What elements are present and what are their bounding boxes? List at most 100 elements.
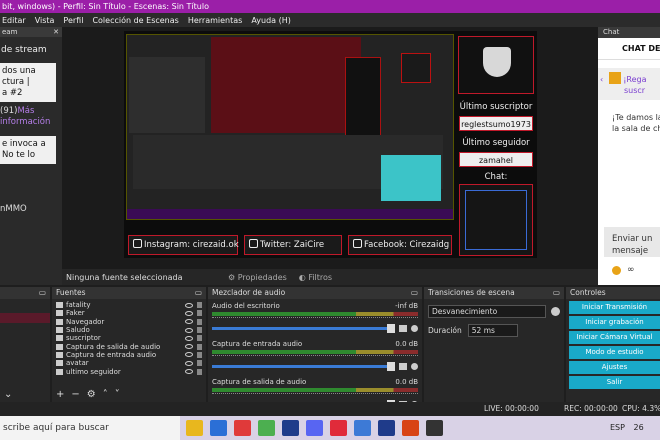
lock-icon[interactable] xyxy=(197,343,202,350)
menu-help[interactable]: Ayuda (H) xyxy=(251,16,291,25)
volume-meter xyxy=(212,388,418,392)
last-follower-label: Último seguidor xyxy=(462,138,530,148)
chevron-down-icon[interactable]: ⌄ xyxy=(4,389,12,400)
audio-mixer-dock: Mezclador de audio ▭ Audio del escritorio… xyxy=(208,287,422,402)
stream-title-box[interactable]: dos una ctura | a #2 xyxy=(0,63,56,102)
lock-icon[interactable] xyxy=(197,310,202,317)
lock-icon[interactable] xyxy=(197,368,202,375)
stream-notification-box[interactable]: e invoca a No te lo xyxy=(0,136,56,164)
properties-button[interactable]: ⚙ Propiedades xyxy=(222,273,293,282)
photos-icon[interactable] xyxy=(354,420,371,436)
menu-scene-collection[interactable]: Colección de Escenas xyxy=(92,16,178,25)
menu-profile[interactable]: Perfil xyxy=(63,16,83,25)
source-item[interactable]: Faker xyxy=(52,309,206,317)
last-follower-value: zamahel xyxy=(459,152,533,167)
gear-icon[interactable] xyxy=(411,362,418,370)
dock-float-icon[interactable]: ▭ xyxy=(195,287,202,299)
menu-tools[interactable]: Herramientas xyxy=(188,16,243,25)
start-recording-button[interactable]: Iniciar grabación xyxy=(569,316,660,329)
gear-icon[interactable] xyxy=(551,307,560,316)
lock-icon[interactable] xyxy=(197,360,202,367)
source-item[interactable]: Captura de entrada audio xyxy=(52,351,206,359)
source-item[interactable]: avatar xyxy=(52,359,206,367)
gear-icon[interactable] xyxy=(411,324,418,332)
dock-float-icon[interactable]: ▭ xyxy=(39,287,46,299)
visibility-eye-icon[interactable] xyxy=(185,344,193,350)
source-item[interactable]: Navegador xyxy=(52,318,206,326)
volume-slider[interactable] xyxy=(212,323,395,333)
chrome-icon[interactable] xyxy=(258,420,275,436)
duration-input[interactable]: 52 ms xyxy=(467,324,518,337)
lock-icon[interactable] xyxy=(197,351,202,358)
start-streaming-button[interactable]: Iniciar Transmisión xyxy=(569,301,660,314)
source-item[interactable]: fatality xyxy=(52,301,206,309)
lock-icon[interactable] xyxy=(197,318,202,325)
more-info-link-2[interactable]: información xyxy=(0,117,62,128)
source-item[interactable]: suscriptor xyxy=(52,334,206,342)
channel-name: Audio del escritorio xyxy=(212,302,280,310)
menu-edit[interactable]: Editar xyxy=(2,16,26,25)
scene-preview[interactable]: Instagram: cirezaid.ok Twitter: ZaiCire … xyxy=(124,31,537,258)
source-type-icon xyxy=(56,310,63,317)
lock-icon[interactable] xyxy=(197,327,202,334)
visibility-eye-icon[interactable] xyxy=(185,360,193,366)
source-item[interactable]: Saludo xyxy=(52,326,206,334)
visibility-eye-icon[interactable] xyxy=(185,327,193,333)
gift-sub-banner[interactable]: ‹ ¡Rega suscr xyxy=(598,68,660,100)
overlay-sidebar: Último suscriptor reglestsumo1973 Último… xyxy=(456,34,536,256)
add-icon[interactable]: + xyxy=(56,389,64,400)
arrow-down-icon[interactable]: ˅ xyxy=(115,389,120,400)
obs-window: bit, windows) - Perfil: Sin Título - Esc… xyxy=(0,0,660,440)
chevron-left-icon[interactable]: ‹ xyxy=(600,75,603,84)
remove-icon[interactable]: − xyxy=(71,389,79,400)
photoshop-icon[interactable] xyxy=(282,420,299,436)
exit-button[interactable]: Salir xyxy=(569,376,660,389)
shield-icon xyxy=(483,47,511,77)
stream-notice: (91)Más xyxy=(0,106,35,116)
arrow-up-icon[interactable]: ˄ xyxy=(103,389,108,400)
mail-icon[interactable] xyxy=(210,420,227,436)
dock-float-icon[interactable]: ▭ xyxy=(553,287,560,299)
menu-view[interactable]: Vista xyxy=(35,16,55,25)
visibility-eye-icon[interactable] xyxy=(185,369,193,375)
chat-message-input[interactable]: Enviar un mensaje xyxy=(604,227,660,257)
visibility-eye-icon[interactable] xyxy=(185,352,193,358)
language-indicator[interactable]: ESP xyxy=(610,423,625,432)
more-info-link[interactable]: Más xyxy=(17,106,34,116)
visibility-eye-icon[interactable] xyxy=(185,319,193,325)
studio-mode-button[interactable]: Modo de estudio xyxy=(569,346,660,359)
filters-button[interactable]: ◐ Filtros xyxy=(293,273,338,282)
settings-button[interactable]: Ajustes xyxy=(569,361,660,374)
lock-icon[interactable] xyxy=(197,335,202,342)
close-icon[interactable]: ✕ xyxy=(53,27,59,37)
slider-handle[interactable] xyxy=(387,323,395,333)
file-explorer-icon[interactable] xyxy=(186,420,203,436)
source-item[interactable]: Captura de salida de audio xyxy=(52,342,206,351)
transition-select[interactable]: Desvanecimiento xyxy=(428,305,546,318)
volume-slider[interactable] xyxy=(212,361,395,371)
gear-icon[interactable]: ⚙ xyxy=(87,389,96,400)
scene-item-selected[interactable] xyxy=(0,313,50,323)
speaker-icon[interactable] xyxy=(399,324,407,332)
discord-icon[interactable] xyxy=(306,420,323,436)
mixer-channel: Captura de entrada audio 0.0 dB xyxy=(208,340,422,371)
channel-points-icon[interactable] xyxy=(612,265,621,275)
twitter-icon xyxy=(249,239,258,248)
office-icon[interactable] xyxy=(402,420,419,436)
speaker-icon[interactable] xyxy=(399,362,407,370)
lightning-app-icon[interactable] xyxy=(330,420,347,436)
start-virtual-camera-button[interactable]: Iniciar Cámara Virtual xyxy=(569,331,660,344)
facebook-overlay: Facebook: Cirezaidg xyxy=(348,235,452,255)
photoshop-icon-2[interactable] xyxy=(378,420,395,436)
visibility-eye-icon[interactable] xyxy=(185,302,193,308)
slider-handle[interactable] xyxy=(387,361,395,371)
obs-icon[interactable] xyxy=(426,420,443,436)
lock-icon[interactable] xyxy=(197,302,202,309)
clock[interactable]: 26 xyxy=(634,423,644,432)
opera-icon[interactable] xyxy=(234,420,251,436)
visibility-eye-icon[interactable] xyxy=(185,335,193,341)
visibility-eye-icon[interactable] xyxy=(185,310,193,316)
dock-float-icon[interactable]: ▭ xyxy=(411,287,418,299)
taskbar-search-input[interactable]: scribe aquí para buscar xyxy=(0,416,180,440)
source-item[interactable]: ultimo seguidor xyxy=(52,367,206,376)
